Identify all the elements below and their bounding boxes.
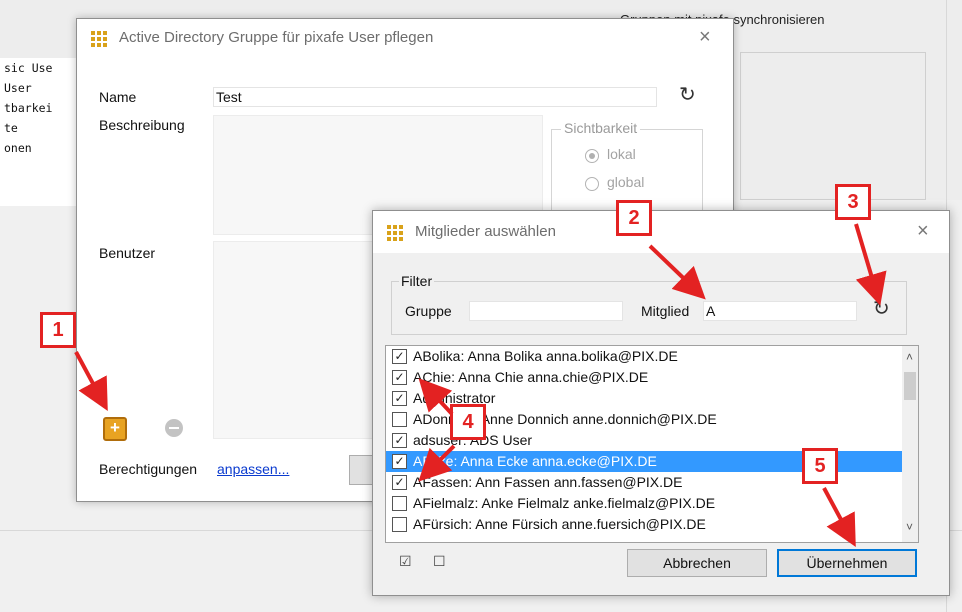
background-list-item: tbarkei bbox=[4, 101, 53, 115]
member-label: AFielmalz: Anke Fielmalz anke.fielmalz@P… bbox=[413, 495, 716, 511]
group-filter-label: Gruppe bbox=[405, 303, 452, 319]
member-checkbox[interactable]: ✓ bbox=[392, 454, 407, 469]
radio-global-label: global bbox=[607, 174, 645, 190]
member-filter-label: Mitglied bbox=[641, 303, 690, 319]
radio-lokal-label: lokal bbox=[607, 146, 636, 162]
scroll-up-icon[interactable]: ˄ bbox=[906, 350, 913, 364]
member-checkbox[interactable] bbox=[392, 517, 407, 532]
dialog-title: Mitglieder auswählen bbox=[415, 223, 556, 240]
callout-1: 1 bbox=[40, 312, 76, 348]
member-checkbox[interactable]: ✓ bbox=[392, 433, 407, 448]
permissions-label: Berechtigungen bbox=[99, 461, 198, 477]
list-scrollbar[interactable]: ˄ ˅ bbox=[902, 346, 918, 542]
member-label: AChie: Anna Chie anna.chie@PIX.DE bbox=[413, 369, 649, 385]
apply-button[interactable]: Übernehmen bbox=[777, 549, 917, 577]
scrollbar-thumb[interactable] bbox=[904, 372, 916, 400]
name-input[interactable] bbox=[213, 87, 657, 107]
member-checkbox[interactable]: ✓ bbox=[392, 475, 407, 490]
radio-global[interactable] bbox=[585, 177, 599, 191]
add-user-button[interactable]: + bbox=[103, 417, 127, 441]
visibility-group-title: Sichtbarkeit bbox=[561, 120, 641, 136]
callout-2: 2 bbox=[616, 200, 652, 236]
close-icon[interactable]: × bbox=[699, 27, 711, 47]
app-icon bbox=[91, 31, 107, 47]
callout-3: 3 bbox=[835, 184, 871, 220]
background-list: sic Use User tbarkei te onen bbox=[0, 58, 81, 206]
member-filter-input[interactable] bbox=[703, 301, 857, 321]
radio-lokal[interactable] bbox=[585, 149, 599, 163]
refresh-icon[interactable]: ↻ bbox=[679, 85, 696, 105]
background-list-item: onen bbox=[4, 141, 32, 155]
member-label: AEcke: Anna Ecke anna.ecke@PIX.DE bbox=[413, 453, 657, 469]
cancel-button[interactable]: Abbrechen bbox=[627, 549, 767, 577]
dialog1-ok-button[interactable] bbox=[349, 455, 373, 485]
member-label: AFürsich: Anne Fürsich anne.fuersich@PIX… bbox=[413, 516, 706, 532]
member-label: ABolika: Anna Bolika anna.bolika@PIX.DE bbox=[413, 348, 678, 364]
member-checkbox[interactable]: ✓ bbox=[392, 370, 407, 385]
list-item[interactable]: AFielmalz: Anke Fielmalz anke.fielmalz@P… bbox=[386, 493, 906, 514]
callout-5: 5 bbox=[802, 448, 838, 484]
name-label: Name bbox=[99, 89, 137, 105]
uncheck-all-icon[interactable]: ☐ bbox=[433, 553, 446, 570]
member-label: AFassen: Ann Fassen ann.fassen@PIX.DE bbox=[413, 474, 683, 490]
background-list-item: User bbox=[4, 81, 32, 95]
close-icon[interactable]: × bbox=[917, 221, 929, 241]
list-item[interactable]: ✓ ABolika: Anna Bolika anna.bolika@PIX.D… bbox=[386, 346, 906, 367]
check-all-icon[interactable]: ☑ bbox=[399, 553, 412, 570]
member-checkbox[interactable] bbox=[392, 412, 407, 427]
background-group-box bbox=[740, 52, 926, 200]
member-checkbox[interactable] bbox=[392, 496, 407, 511]
select-members-dialog: Mitglieder auswählen × Filter Gruppe Mit… bbox=[372, 210, 950, 596]
list-item[interactable]: ✓ AChie: Anna Chie anna.chie@PIX.DE bbox=[386, 367, 906, 388]
app-icon bbox=[387, 225, 403, 241]
users-label: Benutzer bbox=[99, 245, 156, 261]
member-checkbox[interactable]: ✓ bbox=[392, 391, 407, 406]
members-list[interactable]: ✓ ABolika: Anna Bolika anna.bolika@PIX.D… bbox=[385, 345, 919, 543]
remove-user-button[interactable] bbox=[165, 419, 183, 437]
scroll-down-icon[interactable]: ˅ bbox=[906, 520, 913, 534]
background-list-item: te bbox=[4, 121, 18, 135]
description-label: Beschreibung bbox=[99, 117, 185, 133]
dialog-title: Active Directory Gruppe für pixafe User … bbox=[119, 29, 434, 46]
permissions-link[interactable]: anpassen... bbox=[217, 461, 289, 477]
refresh-icon[interactable]: ↻ bbox=[873, 299, 890, 319]
member-checkbox[interactable]: ✓ bbox=[392, 349, 407, 364]
filter-title: Filter bbox=[399, 273, 435, 289]
list-item[interactable]: AFürsich: Anne Fürsich anne.fuersich@PIX… bbox=[386, 514, 906, 535]
background-list-item: sic Use bbox=[4, 61, 53, 75]
group-filter-input[interactable] bbox=[469, 301, 623, 321]
users-list[interactable] bbox=[213, 241, 375, 439]
callout-4: 4 bbox=[450, 404, 486, 440]
